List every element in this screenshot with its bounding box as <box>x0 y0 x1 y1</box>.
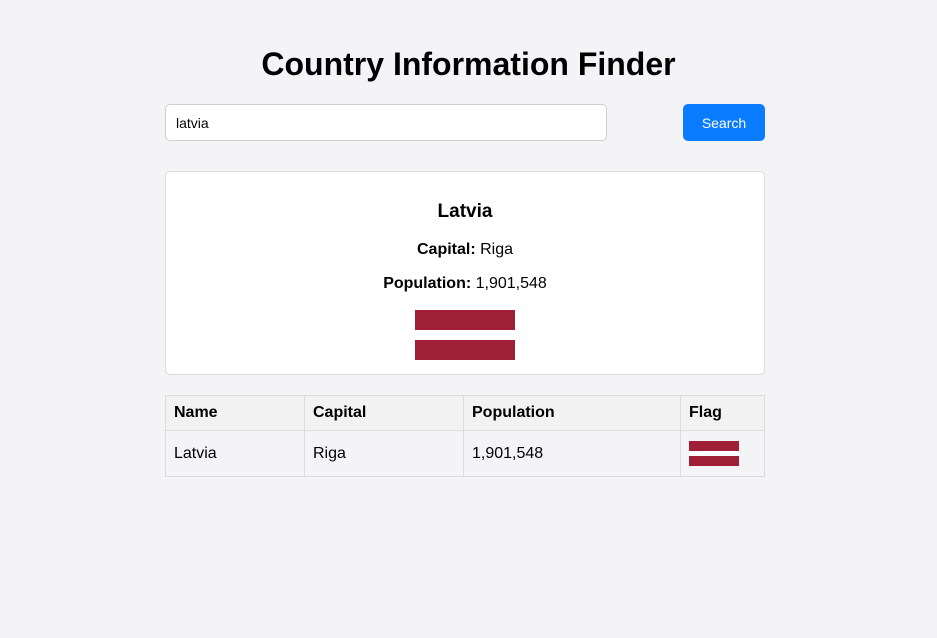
table-row: Latvia Riga 1,901,548 <box>165 430 765 477</box>
flag-top-stripe <box>415 310 515 330</box>
cell-name: Latvia <box>165 430 305 477</box>
flag-bottom-stripe <box>415 340 515 360</box>
thumb-middle-stripe <box>689 451 739 456</box>
population-label: Population: <box>383 275 472 292</box>
table-header-row: Name Capital Population Flag <box>165 395 765 431</box>
capital-line: Capital: Riga <box>166 240 764 260</box>
results-table: Name Capital Population Flag Latvia Riga… <box>165 395 765 477</box>
header-capital: Capital <box>304 395 464 431</box>
thumb-top-stripe <box>689 441 739 451</box>
country-name: Latvia <box>437 201 493 222</box>
search-input[interactable] <box>165 104 607 141</box>
population-line: Population: 1,901,548 <box>166 274 764 294</box>
header-population: Population <box>463 395 681 431</box>
header-flag: Flag <box>680 395 765 431</box>
population-value: 1,901,548 <box>475 275 547 292</box>
search-button[interactable]: Search <box>683 104 765 141</box>
page-title: Country Information Finder <box>261 46 676 82</box>
thumb-bottom-stripe <box>689 456 739 466</box>
header-name: Name <box>165 395 305 431</box>
cell-population: 1,901,548 <box>463 430 681 477</box>
capital-label: Capital: <box>416 241 476 258</box>
cell-flag <box>680 430 765 477</box>
app: Country Information Finder Search Latvia… <box>0 0 937 638</box>
cell-capital: Riga <box>304 430 464 477</box>
capital-value: Riga <box>480 241 514 258</box>
flag-middle-stripe <box>415 330 515 340</box>
flag-image <box>415 310 515 360</box>
result-card: Latvia Capital: Riga Population: 1,901,5… <box>165 171 765 375</box>
flag-thumbnail <box>689 441 739 466</box>
